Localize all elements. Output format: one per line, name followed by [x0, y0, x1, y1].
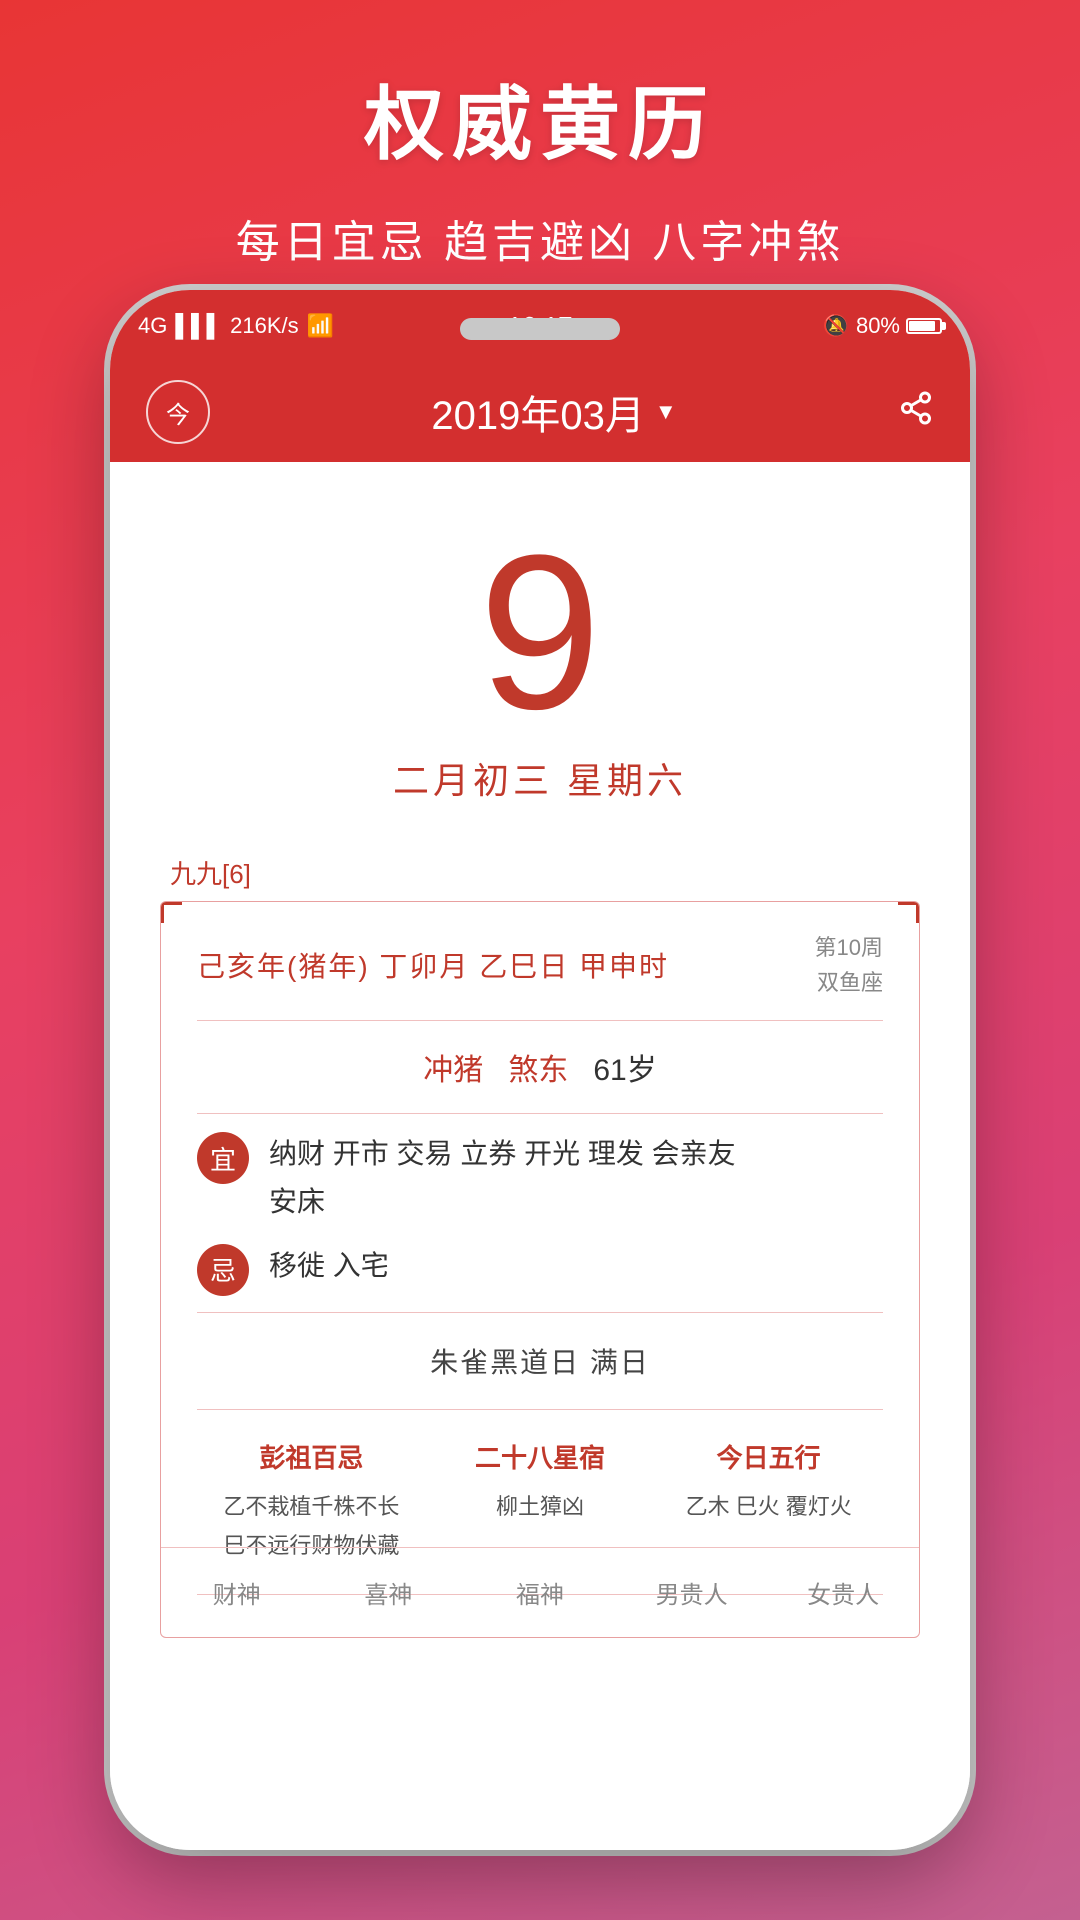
- alarm-icon: 🔕: [823, 313, 850, 339]
- footer-item-2[interactable]: 喜神: [313, 1575, 465, 1610]
- speed-text: 216K/s: [230, 313, 299, 339]
- nav-bar: 今 2019年03月 ▼: [110, 362, 970, 462]
- yi-content: 纳财 开市 交易 立券 开光 理发 会亲友 安床: [269, 1130, 883, 1225]
- divider-4: [197, 1409, 883, 1410]
- zodiac-text: 双鱼座: [815, 965, 883, 1000]
- battery-icon: [906, 318, 942, 334]
- day-number: 9: [110, 522, 970, 742]
- footer-row: 财神 喜神 福神 男贵人 女贵人: [161, 1547, 919, 1637]
- ji-row: 忌 移徙 入宅: [197, 1242, 883, 1296]
- signal-text: 4G: [138, 313, 167, 339]
- divider-1: [197, 1020, 883, 1021]
- chong-text: 冲猪: [423, 1054, 483, 1087]
- nav-date-arrow: ▼: [655, 399, 677, 425]
- nav-date[interactable]: 2019年03月 ▼: [431, 383, 676, 441]
- chong-sha-row: 冲猪 煞东 61岁: [197, 1035, 883, 1099]
- footer-item-3[interactable]: 福神: [464, 1575, 616, 1610]
- divider-3: [197, 1312, 883, 1313]
- col3-title: 今日五行: [662, 1438, 875, 1475]
- col1-line1: 乙不栽植千株不长: [205, 1487, 418, 1527]
- info-card: 己亥年(猪年) 丁卯月 乙巳日 甲申时 第10周 双鱼座 冲猪 煞东 61岁: [160, 901, 920, 1638]
- week-zodiac: 第10周 双鱼座: [815, 930, 883, 1000]
- status-left: 4G ▌▌▌ 216K/s 📶: [138, 313, 334, 339]
- black-day: 朱雀黑道日 满日: [197, 1327, 883, 1395]
- divider-2: [197, 1113, 883, 1114]
- sha-text: 煞东: [508, 1054, 568, 1087]
- phone-mockup: 4G ▌▌▌ 216K/s 📶 16:17 🔕 80% 今 2019年03月 ▼: [110, 290, 970, 1850]
- nav-date-text: 2019年03月: [431, 383, 644, 441]
- info-card-inner: 己亥年(猪年) 丁卯月 乙巳日 甲申时 第10周 双鱼座 冲猪 煞东 61岁: [161, 902, 919, 1637]
- app-subtitle: 每日宜忌 趋吉避凶 八字冲煞: [0, 206, 1080, 270]
- app-background: 权威黄历 每日宜忌 趋吉避凶 八字冲煞: [0, 0, 1080, 270]
- ji-content: 移徙 入宅: [269, 1242, 883, 1290]
- col2-title: 二十八星宿: [434, 1438, 647, 1475]
- footer-item-5[interactable]: 女贵人: [767, 1575, 919, 1610]
- ji-badge: 忌: [197, 1244, 249, 1296]
- nine-nine: 九九[6]: [110, 854, 970, 891]
- col1-title: 彭祖百忌: [205, 1438, 418, 1475]
- signal-bars: ▌▌▌: [175, 313, 222, 339]
- battery-percent: 80%: [856, 313, 900, 339]
- ganzhi-row: 己亥年(猪年) 丁卯月 乙巳日 甲申时 第10周 双鱼座: [197, 930, 883, 1000]
- footer-item-4[interactable]: 男贵人: [616, 1575, 768, 1610]
- date-section: 9 二月初三 星期六: [110, 462, 970, 824]
- app-title: 权威黄历: [0, 60, 1080, 176]
- phone-speaker: [460, 318, 620, 340]
- today-button[interactable]: 今: [146, 380, 210, 444]
- footer-item-1[interactable]: 财神: [161, 1575, 313, 1610]
- ganzhi-main: 己亥年(猪年) 丁卯月 乙巳日 甲申时: [197, 945, 669, 985]
- age-text: 61岁: [593, 1054, 656, 1087]
- week-text: 第10周: [815, 930, 883, 965]
- col2-content: 柳土獐凶: [434, 1487, 647, 1527]
- yi-row: 宜 纳财 开市 交易 立券 开光 理发 会亲友 安床: [197, 1130, 883, 1225]
- lunar-date: 二月初三 星期六: [110, 752, 970, 804]
- status-right: 🔕 80%: [823, 313, 942, 339]
- wifi-icon: 📶: [307, 313, 334, 339]
- yi-badge: 宜: [197, 1132, 249, 1184]
- col3-content: 乙木 巳火 覆灯火: [662, 1487, 875, 1527]
- share-button[interactable]: [898, 390, 934, 435]
- main-content: 9 二月初三 星期六 九九[6] 己亥年(猪年) 丁卯月 乙巳日 甲申时 第10…: [110, 462, 970, 1850]
